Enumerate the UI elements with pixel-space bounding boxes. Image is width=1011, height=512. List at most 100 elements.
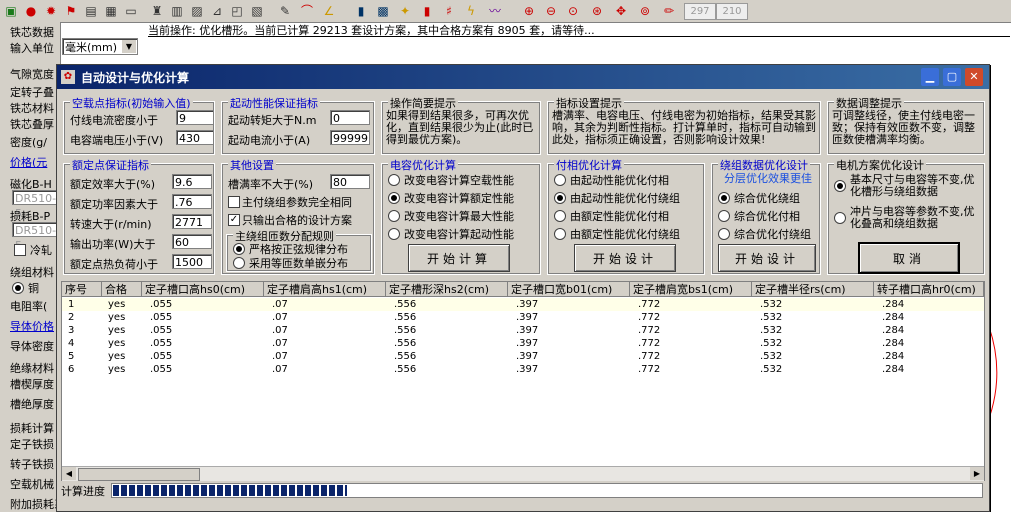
pf-input[interactable]: .76	[172, 194, 212, 209]
cap-opt-group: 电容优化计算 改变电容计算空载性能 改变电容计算额定性能 改变电容计算最大性能 …	[381, 157, 541, 275]
copper-radio[interactable]	[12, 282, 24, 294]
star-icon[interactable]: ✦	[396, 2, 414, 20]
index-tips-group: 指标设置提示 槽满率、电容电压、付线电密为初始指标，结果受其影响，其余为判断性指…	[547, 95, 821, 155]
column-header[interactable]: 定子槽半径rs(cm)	[752, 282, 874, 297]
zoom-out-icon[interactable]: ⊖	[542, 2, 560, 20]
scroll-right-icon[interactable]: ▶	[970, 467, 984, 480]
zoom-in-icon[interactable]: ⊕	[520, 2, 538, 20]
chart-bars-icon[interactable]: ▧	[248, 2, 266, 20]
column-header[interactable]: 合格	[102, 282, 142, 297]
aux-start-phase-radio[interactable]	[554, 174, 566, 186]
load-input[interactable]: 1500	[172, 254, 212, 269]
move-icon[interactable]: ✥	[612, 2, 630, 20]
start-design-winding-button[interactable]: 开始设计	[718, 244, 816, 272]
table-icon[interactable]: ♜	[148, 2, 166, 20]
pen-icon[interactable]: ✎	[276, 2, 294, 20]
flux-input[interactable]: 9	[176, 110, 214, 125]
stop-icon[interactable]: ●	[22, 2, 40, 20]
motor-slot-radio[interactable]	[834, 180, 846, 192]
results-table[interactable]: 序号 合格 定子槽口高hs0(cm) 定子槽肩高hs1(cm) 定子槽形深hs2(cm)…	[61, 281, 985, 481]
start-calc-button[interactable]: 开始计算	[408, 244, 510, 272]
column-header[interactable]: 转子槽口高hr0(cm)	[874, 282, 984, 297]
voltage-input[interactable]: 430	[176, 130, 214, 145]
cap-noload-radio[interactable]	[388, 174, 400, 186]
wind-all-radio[interactable]	[718, 192, 730, 204]
cold-rolled-checkbox[interactable]	[14, 244, 26, 256]
column-header[interactable]: 定子槽肩宽bs1(cm)	[630, 282, 752, 297]
wind-aux-radio[interactable]	[718, 228, 730, 240]
price-link[interactable]: 价格(元	[10, 154, 47, 170]
current-input[interactable]: 99999	[330, 130, 370, 145]
close-button[interactable]: ✕	[965, 68, 983, 86]
cap-rated-radio[interactable]	[388, 192, 400, 204]
input-unit-select[interactable]: 毫米(mm) ▼	[62, 38, 138, 55]
lightning-icon[interactable]: ϟ	[462, 2, 480, 20]
column-header[interactable]: 定子槽口高hs0(cm)	[142, 282, 264, 297]
cap-start-radio[interactable]	[388, 228, 400, 240]
start-design-aux-button[interactable]: 开始设计	[574, 244, 676, 272]
power-input[interactable]: 60	[172, 234, 212, 249]
only-qualified-checkbox[interactable]: ✓	[228, 214, 240, 226]
cap-opt-legend: 电容优化计算	[388, 157, 458, 173]
calculator-icon[interactable]: ▦	[102, 2, 120, 20]
chart-icon[interactable]: ▨	[188, 2, 206, 20]
toolbar-field-1[interactable]: 297	[684, 3, 716, 20]
eff-input[interactable]: 9.6	[172, 174, 212, 189]
toolbar-field-2[interactable]: 210	[716, 3, 748, 20]
conductor-price-link[interactable]: 导体价格	[10, 318, 54, 334]
horizontal-scrollbar[interactable]: ◀ ▶	[62, 466, 984, 481]
flag-icon[interactable]: ⚑	[62, 2, 80, 20]
scroll-thumb[interactable]	[78, 468, 200, 481]
zoom-reset-icon[interactable]: ⊚	[636, 2, 654, 20]
table-row[interactable]: 3 yes .055 .07 .556 .397 .772 .532 .284	[62, 324, 984, 337]
curve-icon[interactable]: ⊿	[208, 2, 226, 20]
table-row[interactable]: 4 yes .055 .07 .556 .397 .772 .532 .284	[62, 337, 984, 350]
same-params-checkbox[interactable]	[228, 196, 240, 208]
list-icon[interactable]: ▤	[82, 2, 100, 20]
open-icon[interactable]: ▣	[2, 2, 20, 20]
sine-radio[interactable]	[233, 243, 245, 255]
tree-icon[interactable]: ♯	[440, 2, 458, 20]
book-icon[interactable]: ▮	[352, 2, 370, 20]
wave-icon[interactable]: 〰	[486, 2, 504, 20]
table-row[interactable]: 5 yes .055 .07 .556 .397 .772 .532 .284	[62, 350, 984, 363]
curve-red-icon[interactable]: ⌒	[298, 2, 316, 20]
scroll-left-icon[interactable]: ◀	[62, 467, 76, 480]
maximize-button[interactable]: ▢	[943, 68, 961, 86]
pencil-icon[interactable]: ✏	[660, 2, 678, 20]
aux-start-wind-radio[interactable]	[554, 192, 566, 204]
print-icon[interactable]: ▩	[374, 2, 392, 20]
minimize-button[interactable]: ▁	[921, 68, 939, 86]
column-header[interactable]: 定子槽形深hs2(cm)	[386, 282, 508, 297]
motor-stack-radio[interactable]	[834, 212, 846, 224]
dialog-titlebar[interactable]: ✿ 自动设计与优化计算 ▁ ▢ ✕	[57, 65, 989, 89]
cancel-button[interactable]: 取消	[858, 242, 960, 274]
magnetic-bh-field[interactable]: DR510-5	[12, 190, 58, 220]
column-header[interactable]: 定子槽口宽b01(cm)	[508, 282, 630, 297]
loss-bp-field[interactable]: DR510-5	[12, 222, 58, 252]
line-icon[interactable]: ∠	[320, 2, 338, 20]
wind-phase-radio[interactable]	[718, 210, 730, 222]
slotfill-input[interactable]: 80	[330, 174, 370, 189]
bars-icon[interactable]: ▮	[418, 2, 436, 20]
zoom-box-icon[interactable]: ⊛	[588, 2, 606, 20]
aux-rated-phase-radio[interactable]	[554, 210, 566, 222]
torque-input[interactable]: 0	[330, 110, 370, 125]
slot-insulation-label: 槽绝厚度	[10, 398, 54, 411]
other-group: 其他设置 槽满率不大于(%) 80 主付绕组参数完全相同 ✓ 只输出合格的设计方…	[221, 157, 375, 275]
table-row[interactable]: 6 yes .055 .07 .556 .397 .772 .532 .284	[62, 363, 984, 376]
zoom-icon[interactable]: ▥	[168, 2, 186, 20]
table-row[interactable]: 2 yes .055 .07 .556 .397 .772 .532 .284	[62, 311, 984, 324]
column-header[interactable]: 序号	[62, 282, 102, 297]
graph-icon[interactable]: ◰	[228, 2, 246, 20]
cap-max-radio[interactable]	[388, 210, 400, 222]
table-row[interactable]: 1 yes .055 .07 .556 .397 .772 .532 .284	[62, 298, 984, 311]
speed-input[interactable]: 2771	[172, 214, 212, 229]
zoom-fit-icon[interactable]: ⊙	[564, 2, 582, 20]
document-icon[interactable]: ▭	[122, 2, 140, 20]
aux-rated-wind-radio[interactable]	[554, 228, 566, 240]
equal-turns-radio[interactable]	[233, 257, 245, 269]
column-header[interactable]: 定子槽肩高hs1(cm)	[264, 282, 386, 297]
chevron-down-icon[interactable]: ▼	[122, 40, 136, 53]
gear-icon[interactable]: ✹	[42, 2, 60, 20]
